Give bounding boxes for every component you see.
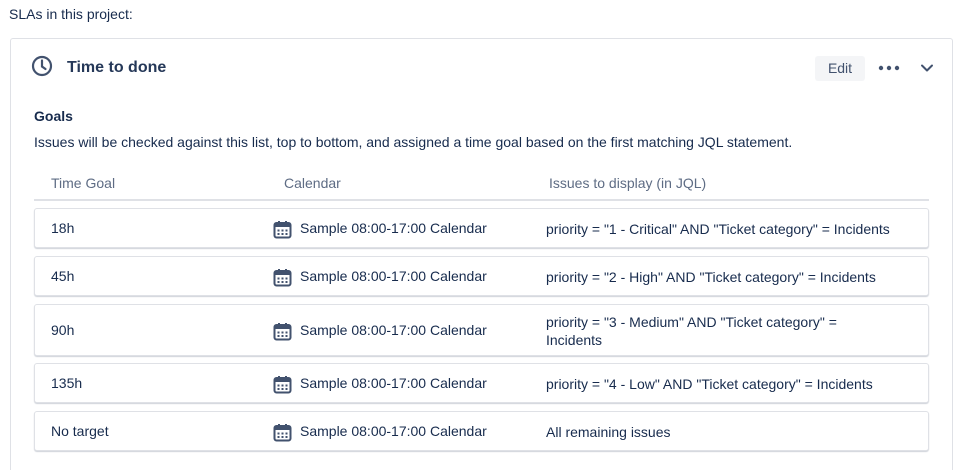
table-row: No target Sample 08:00-17:00 Calendar Al… — [34, 411, 929, 451]
chevron-down-icon[interactable] — [917, 58, 937, 78]
column-time-goal: Time Goal — [51, 175, 116, 191]
jql-cell: priority = "4 - Low" AND "Ticket categor… — [546, 376, 873, 392]
edit-button[interactable]: Edit — [815, 56, 865, 81]
calendar-cell: Sample 08:00-17:00 Calendar — [300, 375, 487, 391]
clock-icon — [31, 55, 53, 77]
goals-heading: Goals — [34, 108, 73, 124]
time-goal-cell: 90h — [51, 322, 75, 338]
time-goal-cell: 135h — [51, 375, 83, 391]
calendar-cell: Sample 08:00-17:00 Calendar — [300, 220, 487, 236]
calendar-icon — [273, 323, 292, 341]
table-row: 135h Sample 08:00-17:00 Calendar priorit… — [34, 363, 929, 403]
time-goal-cell: 18h — [51, 220, 75, 236]
column-calendar: Calendar — [284, 175, 341, 191]
calendar-cell: Sample 08:00-17:00 Calendar — [300, 268, 487, 284]
calendar-cell: Sample 08:00-17:00 Calendar — [300, 423, 487, 439]
calendar-icon — [273, 376, 292, 394]
column-issues-jql: Issues to display (in JQL) — [549, 175, 707, 191]
sla-panel: Time to done Edit Goals Issues will be c… — [10, 38, 953, 470]
time-goal-cell: 45h — [51, 268, 75, 284]
jql-cell: All remaining issues — [546, 424, 671, 440]
table-row: 45h Sample 08:00-17:00 Calendar priority… — [34, 256, 929, 296]
sla-title: Time to done — [67, 59, 167, 76]
time-goal-cell: No target — [51, 423, 109, 439]
sla-header: Time to done Edit — [11, 39, 952, 97]
calendar-icon — [273, 269, 292, 287]
jql-cell: priority = "3 - Medium" AND "Ticket cate… — [546, 314, 837, 348]
table-row: 18h Sample 08:00-17:00 Calendar priority… — [34, 208, 929, 248]
jql-cell: priority = "1 - Critical" AND "Ticket ca… — [546, 221, 890, 237]
table-row: 90h Sample 08:00-17:00 Calendar priority… — [34, 304, 929, 356]
more-icon[interactable] — [877, 59, 901, 77]
jql-cell: priority = "2 - High" AND "Ticket catego… — [546, 269, 876, 285]
calendar-cell: Sample 08:00-17:00 Calendar — [300, 322, 487, 338]
goals-description: Issues will be checked against this list… — [34, 134, 793, 150]
section-label: SLAs in this project: — [9, 6, 133, 22]
calendar-icon — [273, 221, 292, 239]
calendar-icon — [273, 424, 292, 442]
goals-table-header: Time Goal Calendar Issues to display (in… — [34, 174, 929, 201]
